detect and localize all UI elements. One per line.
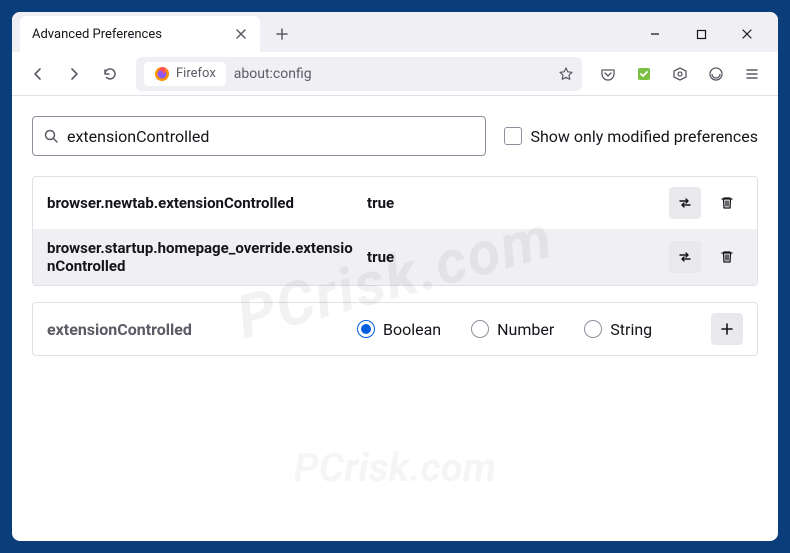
close-tab-icon[interactable] <box>234 27 248 41</box>
search-icon <box>43 128 59 144</box>
identity-label: Firefox <box>176 66 216 81</box>
radio-icon <box>357 320 375 338</box>
search-row: Show only modified preferences <box>32 116 758 156</box>
preference-search-input[interactable] <box>67 127 475 146</box>
new-tab-button[interactable] <box>268 20 296 48</box>
new-preference-name: extensionControlled <box>47 320 347 339</box>
hamburger-menu-button[interactable] <box>736 58 768 90</box>
radio-boolean[interactable]: Boolean <box>357 320 441 339</box>
maximize-button[interactable] <box>678 18 724 50</box>
radio-icon <box>584 320 602 338</box>
show-only-modified-checkbox[interactable]: Show only modified preferences <box>504 127 758 146</box>
toggle-button[interactable] <box>669 241 701 273</box>
delete-button[interactable] <box>711 187 743 219</box>
radio-label: Number <box>497 320 554 339</box>
url-bar[interactable]: Firefox about:config <box>136 57 582 91</box>
preference-value: true <box>367 248 659 266</box>
preference-row[interactable]: browser.newtab.extensionControlled true <box>33 177 757 229</box>
preference-search-box[interactable] <box>32 116 486 156</box>
preference-list: browser.newtab.extensionControlled true … <box>32 176 758 286</box>
delete-button[interactable] <box>711 241 743 273</box>
new-preference-row: extensionControlled Boolean Number Strin… <box>32 302 758 356</box>
window-controls <box>632 18 770 50</box>
checkbox-icon <box>504 127 522 145</box>
toggle-icon <box>677 249 693 265</box>
identity-box[interactable]: Firefox <box>144 62 226 86</box>
radio-string[interactable]: String <box>584 320 652 339</box>
forward-button[interactable] <box>58 58 90 90</box>
watermark: PCrisk.com <box>294 444 497 491</box>
tab-title: Advanced Preferences <box>32 27 226 42</box>
browser-window: Advanced Preferences <box>12 12 778 541</box>
type-radio-group: Boolean Number String <box>357 320 701 339</box>
tab-advanced-preferences[interactable]: Advanced Preferences <box>20 16 260 52</box>
close-window-button[interactable] <box>724 18 770 50</box>
reload-button[interactable] <box>94 58 126 90</box>
add-button[interactable] <box>711 313 743 345</box>
navigation-toolbar: Firefox about:config <box>12 52 778 96</box>
preference-name: browser.startup.homepage_override.extens… <box>47 239 357 275</box>
radio-icon <box>471 320 489 338</box>
minimize-button[interactable] <box>632 18 678 50</box>
trash-icon <box>719 195 735 211</box>
preference-name: browser.newtab.extensionControlled <box>47 194 357 212</box>
url-text: about:config <box>234 66 312 82</box>
about-config-content: Show only modified preferences browser.n… <box>12 96 778 376</box>
extension-button[interactable] <box>628 58 660 90</box>
plus-icon <box>720 322 734 336</box>
firefox-icon <box>154 66 170 82</box>
radio-label: Boolean <box>383 320 441 339</box>
toggle-button[interactable] <box>669 187 701 219</box>
radio-number[interactable]: Number <box>471 320 554 339</box>
back-button[interactable] <box>22 58 54 90</box>
show-only-modified-label: Show only modified preferences <box>530 127 758 146</box>
preference-row[interactable]: browser.startup.homepage_override.extens… <box>33 229 757 285</box>
bookmark-star-icon[interactable] <box>558 66 574 82</box>
account-button[interactable] <box>664 58 696 90</box>
app-menu-icon[interactable] <box>700 58 732 90</box>
trash-icon <box>719 249 735 265</box>
radio-label: String <box>610 320 652 339</box>
pocket-button[interactable] <box>592 58 624 90</box>
preference-value: true <box>367 194 659 212</box>
toggle-icon <box>677 195 693 211</box>
tab-bar: Advanced Preferences <box>12 12 778 52</box>
